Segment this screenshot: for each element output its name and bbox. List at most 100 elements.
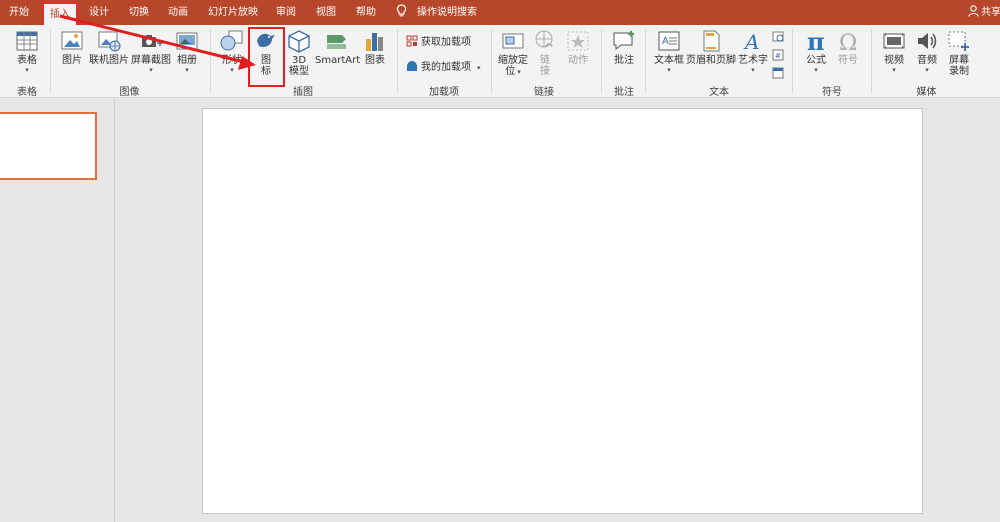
- get-addins-button[interactable]: 获取加载项: [406, 35, 471, 50]
- screenshot-label: 屏幕截图: [131, 55, 171, 66]
- group-separator: [50, 29, 51, 93]
- audio-button[interactable]: 音频 ▾: [913, 29, 941, 74]
- date-time-button[interactable]: [772, 30, 784, 45]
- tell-me-label: 操作说明搜索: [417, 7, 477, 18]
- ribbon-tab-bar: 开始 插入 设计 切换 动画 幻灯片放映 审阅 视图 帮助 操作说明搜索 共享: [0, 0, 1000, 25]
- header-footer-button[interactable]: 页眉和页脚: [686, 29, 736, 66]
- action-button[interactable]: 动作: [564, 29, 592, 66]
- share-label: 共享: [981, 7, 1000, 18]
- audio-label: 音频: [917, 55, 937, 66]
- group-separator: [601, 29, 602, 93]
- textbox-button[interactable]: A 文本框 ▾: [652, 29, 686, 74]
- group-label-illustrations: 插图: [293, 87, 313, 98]
- bar-chart-icon: [366, 33, 383, 51]
- picture-icon: [61, 31, 83, 50]
- screen-record-icon: [948, 31, 969, 51]
- slide-thumbnail-pane: [0, 99, 115, 522]
- symbol-button[interactable]: Ω 符号: [834, 29, 862, 66]
- screenshot-button[interactable]: 屏幕截图 ▾: [131, 29, 171, 74]
- 3d-model-label-line1: 3D: [291, 55, 307, 66]
- 3d-model-label-line2: 模型: [289, 66, 309, 77]
- wordart-button[interactable]: A 艺术字 ▾: [737, 29, 769, 74]
- video-label: 视频: [884, 55, 904, 66]
- lightbulb-icon: [396, 2, 407, 17]
- picture-button[interactable]: 图片: [58, 29, 86, 66]
- comment-label: 批注: [614, 55, 634, 66]
- chevron-down-icon: ▾: [230, 66, 234, 74]
- comment-button[interactable]: 批注: [610, 29, 638, 66]
- slide-thumbnail[interactable]: [0, 112, 97, 180]
- get-addins-label: 获取加载项: [421, 37, 471, 48]
- equation-button[interactable]: π 公式 ▾: [802, 29, 830, 74]
- 3d-model-button[interactable]: 3D 模型: [286, 29, 312, 77]
- group-label-media: 媒体: [916, 87, 937, 98]
- wordart-label: 艺术字: [738, 55, 768, 66]
- zoom-button[interactable]: 缩放定 位 ▾: [496, 29, 530, 78]
- action-label: 动作: [568, 55, 588, 66]
- slide-canvas[interactable]: [202, 108, 923, 514]
- globe-link-icon: [535, 30, 553, 48]
- group-separator: [871, 29, 872, 93]
- header-footer-label: 页眉和页脚: [686, 55, 736, 66]
- share-button[interactable]: 共享: [968, 0, 1000, 25]
- object-button[interactable]: [772, 67, 784, 82]
- chevron-down-icon: ▾: [477, 64, 481, 72]
- shapes-button[interactable]: 形状 ▾: [218, 29, 246, 74]
- ribbon-insert: 表格 ▾ 表格 图片 联机图片 屏幕截图 ▾ 相册 ▾ 图像 形状 ▾ 图 标 …: [0, 25, 1000, 98]
- group-separator: [491, 29, 492, 93]
- zoom-label-line2: 位: [505, 66, 516, 77]
- table-icon: [16, 31, 38, 51]
- star-action-icon: [567, 31, 589, 51]
- group-separator: [792, 29, 793, 93]
- tab-help[interactable]: 帮助: [356, 0, 376, 25]
- svg-text:A: A: [662, 36, 669, 47]
- textbox-icon: A: [658, 31, 680, 51]
- chart-button[interactable]: 图表: [362, 29, 388, 66]
- chevron-down-icon: ▾: [149, 66, 153, 74]
- camera-icon: [142, 35, 163, 47]
- person-icon: [968, 5, 979, 17]
- smartart-label: SmartArt: [315, 55, 361, 66]
- group-separator: [210, 29, 211, 93]
- tab-insert[interactable]: 插入: [42, 2, 78, 25]
- group-label-symbols: 符号: [822, 87, 842, 98]
- svg-text:#: #: [775, 52, 781, 60]
- symbol-label: 符号: [838, 55, 858, 66]
- link-button[interactable]: 链 接: [532, 29, 558, 77]
- slide-number-button[interactable]: #: [772, 49, 784, 64]
- tab-view[interactable]: 视图: [316, 0, 336, 25]
- my-addins-label: 我的加载项: [421, 62, 471, 73]
- equation-label: 公式: [806, 55, 826, 66]
- online-picture-icon: [98, 31, 121, 52]
- tell-me-search[interactable]: 操作说明搜索: [396, 0, 477, 25]
- speaker-icon: [918, 33, 937, 49]
- calendar-clock-icon: [772, 31, 784, 42]
- tab-home[interactable]: 开始: [9, 0, 29, 25]
- online-picture-button[interactable]: 联机图片: [89, 29, 129, 66]
- table-button[interactable]: 表格 ▾: [12, 29, 42, 74]
- tab-review[interactable]: 审阅: [276, 0, 296, 25]
- comment-icon: [613, 31, 634, 51]
- video-button[interactable]: 视频 ▾: [880, 29, 908, 74]
- my-addins-button[interactable]: 我的加载项 ▾: [406, 60, 481, 75]
- chevron-down-icon: ▾: [892, 66, 896, 74]
- group-separator: [645, 29, 646, 93]
- cube-icon: [288, 30, 310, 53]
- chevron-down-icon: ▾: [814, 66, 818, 74]
- link-label-line2: 接: [540, 66, 550, 77]
- group-label-addins: 加载项: [429, 87, 459, 98]
- chevron-down-icon: ▾: [751, 66, 755, 74]
- slide-number-icon: #: [772, 49, 784, 61]
- tab-design[interactable]: 设计: [89, 0, 109, 25]
- smartart-button[interactable]: SmartArt: [315, 29, 361, 66]
- addins-store-icon: [406, 35, 418, 47]
- tab-animations[interactable]: 动画: [168, 0, 188, 25]
- smartart-icon: [327, 35, 346, 49]
- tab-slideshow[interactable]: 幻灯片放映: [208, 0, 258, 25]
- screen-recording-button[interactable]: 屏幕 录制: [945, 29, 973, 77]
- group-label-table: 表格: [17, 87, 37, 98]
- chevron-down-icon: ▾: [667, 66, 671, 74]
- shapes-label: 形状: [222, 55, 242, 66]
- album-button[interactable]: 相册 ▾: [173, 29, 201, 74]
- tab-transitions[interactable]: 切换: [129, 0, 149, 25]
